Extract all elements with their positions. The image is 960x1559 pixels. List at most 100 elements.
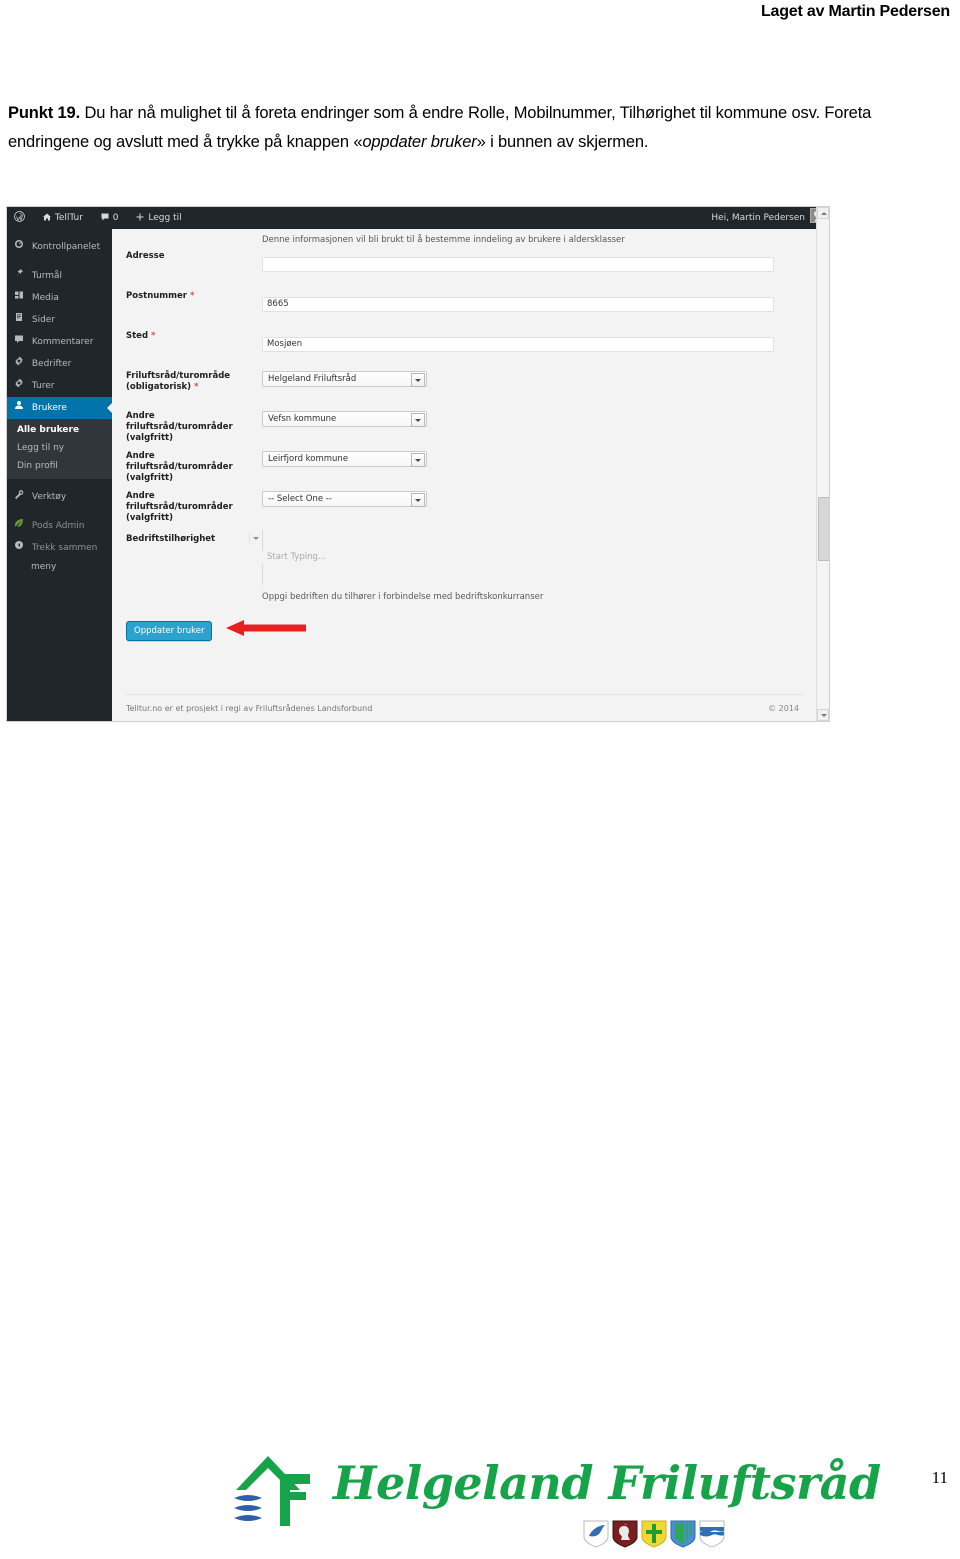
andre-friluftsrad-3-select[interactable]: -- Select One -- <box>262 491 427 507</box>
bedriftstilhorighet-autocomplete[interactable]: Start Typing... <box>249 530 817 585</box>
friluftsrad-primary-select[interactable]: Helgeland Friluftsråd <box>262 371 427 387</box>
scroll-up-icon[interactable] <box>817 207 829 219</box>
account-menu[interactable]: Hei, Martin Pedersen <box>711 207 825 229</box>
submenu-item-legg-til-ny[interactable]: Legg til ny <box>7 439 112 457</box>
embedded-screenshot: TellTur 0 Legg til Hei, Martin Pedersen … <box>6 206 830 722</box>
field-label-andre-2: Andre friluftsråd/turområder (valgfritt) <box>126 451 254 484</box>
site-name-menu[interactable]: TellTur <box>35 207 90 229</box>
autocomplete-placeholder: Start Typing... <box>267 552 327 562</box>
new-content-label: Legg til <box>148 213 182 223</box>
dashboard-icon <box>14 236 29 258</box>
wp-admin-bar: TellTur 0 Legg til Hei, Martin Pedersen <box>7 207 829 229</box>
sidebar-item-turmal[interactable]: Turmål <box>7 265 112 287</box>
chevron-down-icon <box>411 453 425 467</box>
content-scroll-region[interactable]: Denne informasjonen vil bli brukt til å … <box>112 229 817 721</box>
adresse-input[interactable] <box>262 257 774 272</box>
select-value: Vefsn kommune <box>268 414 337 424</box>
age-class-note: Denne informasjonen vil bli brukt til å … <box>262 235 625 245</box>
field-row-andre-2: Andre friluftsråd/turområder (valgfritt)… <box>112 451 817 483</box>
sidebar-submenu-brukere: Alle brukere Legg til ny Din profil <box>7 419 112 479</box>
shield-green-cross <box>641 1520 667 1548</box>
logo-wordmark: Helgeland Friluftsråd <box>333 1456 881 1510</box>
logo-mark-icon <box>234 1456 310 1526</box>
label-subtext: (valgfritt) <box>126 433 173 443</box>
sidebar-item-verktoy[interactable]: Verktøy <box>7 486 112 508</box>
sidebar-item-kontrollpanelet[interactable]: Kontrollpanelet <box>7 236 112 258</box>
label-text: Andre friluftsråd/turområder <box>126 411 233 432</box>
sidebar-item-label: Turer <box>31 381 55 391</box>
menu-spacer-2 <box>7 479 112 486</box>
submenu-item-alle-brukere[interactable]: Alle brukere <box>7 421 112 439</box>
postnummer-input[interactable] <box>262 297 774 312</box>
sidebar-item-label: Bedrifter <box>31 359 72 369</box>
field-label-bedriftstilhorighet: Bedriftstilhørighet <box>126 534 254 545</box>
field-row-sted: Sted * <box>112 331 817 353</box>
field-control: Start Typing... <box>249 530 817 585</box>
sidebar-item-label: Pods Admin <box>31 521 85 531</box>
field-control <box>262 291 817 312</box>
submit-row: Oppdater bruker <box>126 618 817 644</box>
comments-count: 0 <box>112 213 119 223</box>
sidebar-item-label: Sider <box>31 315 56 325</box>
field-label-sted: Sted * <box>126 331 254 342</box>
sted-input[interactable] <box>262 337 774 352</box>
vertical-scrollbar[interactable] <box>816 207 829 721</box>
required-marker: * <box>194 382 199 392</box>
site-name-label: TellTur <box>54 213 83 223</box>
scrollbar-thumb[interactable] <box>818 497 829 561</box>
field-control <box>262 251 817 272</box>
sidebar-item-pods-admin[interactable]: Pods Admin <box>7 515 112 537</box>
field-control: -- Select One -- <box>262 491 817 511</box>
page-number: 11 <box>931 1468 948 1487</box>
instruction-lead: Punkt 19. <box>8 103 81 122</box>
field-row-postnummer: Postnummer * <box>112 291 817 313</box>
field-control: Leirfjord kommune <box>262 451 817 471</box>
sidebar-item-bedrifter[interactable]: Bedrifter <box>7 353 112 375</box>
pin-icon <box>14 265 29 287</box>
sidebar-item-kommentarer[interactable]: Kommentarer <box>7 331 112 353</box>
oppdater-bruker-button[interactable]: Oppdater bruker <box>126 621 213 641</box>
shield-green-stripes <box>670 1520 696 1548</box>
wordpress-logo-icon[interactable] <box>7 207 32 229</box>
andre-friluftsrad-1-select[interactable]: Vefsn kommune <box>262 411 427 427</box>
gear-icon <box>14 375 29 397</box>
comments-icon <box>14 331 29 353</box>
menu-spacer-top <box>7 229 112 236</box>
select-value: Helgeland Friluftsråd <box>268 374 357 384</box>
field-label-andre-3: Andre friluftsråd/turområder (valgfritt) <box>126 491 254 524</box>
users-icon <box>14 397 29 419</box>
field-label-postnummer: Postnummer * <box>126 291 254 302</box>
field-row-adresse: Adresse <box>112 251 817 273</box>
admin-sidebar: Kontrollpanelet Turmål Media Sider Komme… <box>7 229 113 721</box>
sidebar-item-turer[interactable]: Turer <box>7 375 112 397</box>
sidebar-collapse-menu[interactable]: Trekk sammen <box>7 537 112 559</box>
menu-spacer-3 <box>7 508 112 515</box>
sidebar-item-sider[interactable]: Sider <box>7 309 112 331</box>
field-control: Helgeland Friluftsråd <box>262 371 817 391</box>
menu-spacer-1 <box>7 258 112 265</box>
field-row-bedriftstilhorighet: Bedriftstilhørighet Start Typing... <box>112 530 817 585</box>
footer-divider <box>126 694 803 695</box>
sidebar-item-brukere[interactable]: Brukere <box>7 397 113 419</box>
author-credit: Laget av Martin Pedersen <box>760 3 950 20</box>
label-text: Adresse <box>126 251 165 261</box>
collapse-arrow-icon <box>14 537 29 559</box>
required-marker: * <box>151 331 156 341</box>
municipality-crests <box>583 1520 728 1548</box>
shield-dolphin <box>583 1520 609 1548</box>
sidebar-item-media[interactable]: Media <box>7 287 112 309</box>
label-subtext: (obligatorisk) <box>126 382 192 392</box>
andre-friluftsrad-2-select[interactable]: Leirfjord kommune <box>262 451 427 467</box>
field-control <box>262 331 817 352</box>
field-label-adresse: Adresse <box>126 251 254 262</box>
sidebar-item-label: Verktøy <box>31 492 67 502</box>
submenu-item-din-profil[interactable]: Din profil <box>7 457 112 475</box>
field-row-friluftsrad-primary: Friluftsråd/turområde (obligatorisk) * H… <box>112 371 817 393</box>
comments-bubble[interactable]: 0 <box>93 207 126 229</box>
scroll-down-icon[interactable] <box>817 709 829 721</box>
admin-content-area: Denne informasjonen vil bli brukt til å … <box>112 229 817 721</box>
chevron-down-icon[interactable] <box>249 532 261 544</box>
label-subtext: (valgfritt) <box>126 513 173 523</box>
new-content-menu[interactable]: Legg til <box>128 207 188 229</box>
media-icon <box>14 287 29 309</box>
